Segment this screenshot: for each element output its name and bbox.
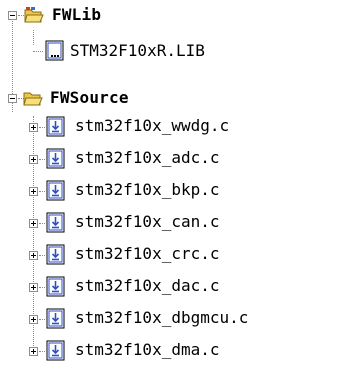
expand-toggle[interactable]	[29, 251, 38, 260]
c-source-file-icon	[46, 308, 65, 329]
tree-node-fwlib[interactable]: FWLib	[0, 0, 351, 32]
node-label: stm32f10x_dma.c	[75, 340, 220, 359]
expand-toggle[interactable]	[29, 315, 38, 324]
node-label: FWSource	[50, 88, 129, 107]
collapse-toggle[interactable]	[8, 11, 17, 20]
c-source-file-icon	[46, 116, 65, 137]
node-label: stm32f10x_dbgmcu.c	[75, 308, 249, 327]
c-source-file-icon	[46, 180, 65, 201]
node-label: stm32f10x_dac.c	[75, 276, 220, 295]
tree-node-source-file[interactable]: stm32f10x_crc.c	[0, 243, 351, 275]
c-source-file-icon	[46, 276, 65, 297]
c-source-file-icon	[46, 244, 65, 265]
tree-node-source-file[interactable]: stm32f10x_dma.c	[0, 339, 351, 371]
node-label: STM32F10xR.LIB	[70, 41, 205, 60]
tree-node-source-file[interactable]: stm32f10x_adc.c	[0, 147, 351, 179]
expand-toggle[interactable]	[29, 187, 38, 196]
c-source-file-icon	[46, 212, 65, 233]
tree-node-source-file[interactable]: stm32f10x_wwdg.c	[0, 115, 351, 147]
tree-node-fwsource[interactable]: FWSource	[0, 86, 351, 118]
tree-node-source-file[interactable]: stm32f10x_can.c	[0, 211, 351, 243]
library-file-icon	[45, 40, 64, 61]
node-label: stm32f10x_wwdg.c	[75, 116, 230, 135]
node-label: stm32f10x_can.c	[75, 212, 220, 231]
c-source-file-icon	[46, 340, 65, 361]
expand-toggle[interactable]	[29, 283, 38, 292]
tree-node-lib-file[interactable]: STM32F10xR.LIB	[0, 32, 351, 64]
node-label: stm32f10x_adc.c	[75, 148, 220, 167]
tree-node-source-file[interactable]: stm32f10x_dac.c	[0, 275, 351, 307]
folder-open-icon	[23, 92, 43, 106]
expand-toggle[interactable]	[29, 123, 38, 132]
expand-toggle[interactable]	[29, 347, 38, 356]
node-label: FWLib	[52, 5, 102, 24]
collapse-toggle[interactable]	[8, 94, 17, 103]
node-label: stm32f10x_bkp.c	[75, 180, 220, 199]
tree-node-source-file[interactable]: stm32f10x_dbgmcu.c	[0, 307, 351, 339]
c-source-file-icon	[46, 148, 65, 169]
node-label: stm32f10x_crc.c	[75, 244, 220, 263]
tree-node-source-file[interactable]: stm32f10x_bkp.c	[0, 179, 351, 211]
expand-toggle[interactable]	[29, 219, 38, 228]
folder-open-icon	[24, 7, 44, 23]
expand-toggle[interactable]	[29, 155, 38, 164]
